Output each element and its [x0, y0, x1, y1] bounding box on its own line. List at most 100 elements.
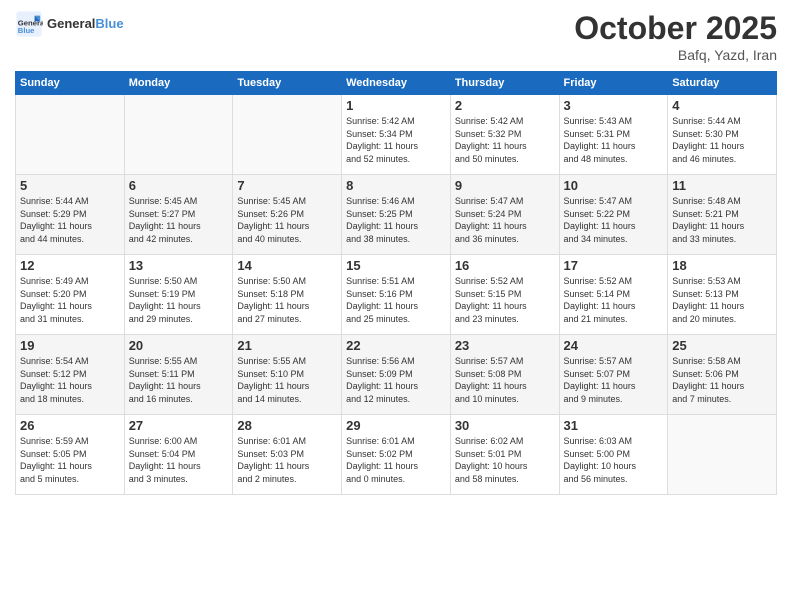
day-number: 24: [564, 338, 664, 353]
day-info: Sunrise: 5:44 AMSunset: 5:30 PMDaylight:…: [672, 115, 772, 165]
calendar-cell: 6 Sunrise: 5:45 AMSunset: 5:27 PMDaylight…: [124, 175, 233, 255]
calendar-cell: 30 Sunrise: 6:02 AMSunset: 5:01 PMDayligh…: [450, 415, 559, 495]
day-info: Sunrise: 5:45 AMSunset: 5:26 PMDaylight:…: [237, 195, 337, 245]
calendar-cell: 2 Sunrise: 5:42 AMSunset: 5:32 PMDaylight…: [450, 95, 559, 175]
logo-blue: Blue: [95, 16, 123, 31]
day-number: 19: [20, 338, 120, 353]
day-number: 3: [564, 98, 664, 113]
day-number: 2: [455, 98, 555, 113]
calendar-cell: 9 Sunrise: 5:47 AMSunset: 5:24 PMDaylight…: [450, 175, 559, 255]
day-info: Sunrise: 5:58 AMSunset: 5:06 PMDaylight:…: [672, 355, 772, 405]
day-number: 9: [455, 178, 555, 193]
day-info: Sunrise: 6:00 AMSunset: 5:04 PMDaylight:…: [129, 435, 229, 485]
day-number: 13: [129, 258, 229, 273]
calendar-cell: 31Sunrise: 6:03 AMSunset: 5:00 PMDayligh…: [559, 415, 668, 495]
day-number: 22: [346, 338, 446, 353]
calendar-cell: 29 Sunrise: 6:01 AMSunset: 5:02 PMDayligh…: [342, 415, 451, 495]
day-info: Sunrise: 6:02 AMSunset: 5:01 PMDaylight:…: [455, 435, 555, 485]
calendar-cell: 24Sunrise: 5:57 AMSunset: 5:07 PMDayligh…: [559, 335, 668, 415]
day-info: Sunrise: 5:50 AMSunset: 5:19 PMDaylight:…: [129, 275, 229, 325]
day-info: Sunrise: 5:52 AMSunset: 5:14 PMDaylight:…: [564, 275, 664, 325]
header-friday: Friday: [559, 72, 668, 95]
calendar-cell: 22 Sunrise: 5:56 AMSunset: 5:09 PMDayligh…: [342, 335, 451, 415]
day-number: 5: [20, 178, 120, 193]
calendar-cell: 23 Sunrise: 5:57 AMSunset: 5:08 PMDayligh…: [450, 335, 559, 415]
calendar-cell: 10Sunrise: 5:47 AMSunset: 5:22 PMDayligh…: [559, 175, 668, 255]
day-number: 30: [455, 418, 555, 433]
header-saturday: Saturday: [668, 72, 777, 95]
calendar-cell: 20 Sunrise: 5:55 AMSunset: 5:11 PMDayligh…: [124, 335, 233, 415]
week-row-0: 1 Sunrise: 5:42 AMSunset: 5:34 PMDaylight…: [16, 95, 777, 175]
day-info: Sunrise: 5:57 AMSunset: 5:08 PMDaylight:…: [455, 355, 555, 405]
page: General Blue GeneralBlue October 2025 Ba…: [0, 0, 792, 612]
day-info: Sunrise: 5:45 AMSunset: 5:27 PMDaylight:…: [129, 195, 229, 245]
logo-general: GeneralBlue: [47, 17, 124, 31]
day-info: Sunrise: 5:47 AMSunset: 5:22 PMDaylight:…: [564, 195, 664, 245]
day-info: Sunrise: 5:49 AMSunset: 5:20 PMDaylight:…: [20, 275, 120, 325]
calendar-cell: 21 Sunrise: 5:55 AMSunset: 5:10 PMDayligh…: [233, 335, 342, 415]
calendar-cell: 25 Sunrise: 5:58 AMSunset: 5:06 PMDayligh…: [668, 335, 777, 415]
day-number: 7: [237, 178, 337, 193]
day-number: 8: [346, 178, 446, 193]
title-section: October 2025 Bafq, Yazd, Iran: [574, 10, 777, 63]
calendar-cell: 8 Sunrise: 5:46 AMSunset: 5:25 PMDaylight…: [342, 175, 451, 255]
day-number: 6: [129, 178, 229, 193]
calendar-cell: 16Sunrise: 5:52 AMSunset: 5:15 PMDayligh…: [450, 255, 559, 335]
day-number: 29: [346, 418, 446, 433]
day-number: 21: [237, 338, 337, 353]
day-info: Sunrise: 5:52 AMSunset: 5:15 PMDaylight:…: [455, 275, 555, 325]
day-info: Sunrise: 5:46 AMSunset: 5:25 PMDaylight:…: [346, 195, 446, 245]
calendar-cell: 13 Sunrise: 5:50 AMSunset: 5:19 PMDayligh…: [124, 255, 233, 335]
logo-text: GeneralBlue: [47, 17, 124, 31]
day-info: Sunrise: 5:54 AMSunset: 5:12 PMDaylight:…: [20, 355, 120, 405]
calendar-cell: [16, 95, 125, 175]
week-row-1: 5 Sunrise: 5:44 AMSunset: 5:29 PMDaylight…: [16, 175, 777, 255]
week-row-3: 19 Sunrise: 5:54 AMSunset: 5:12 PMDayligh…: [16, 335, 777, 415]
calendar-cell: 11 Sunrise: 5:48 AMSunset: 5:21 PMDayligh…: [668, 175, 777, 255]
header-thursday: Thursday: [450, 72, 559, 95]
calendar-cell: [124, 95, 233, 175]
day-number: 20: [129, 338, 229, 353]
calendar-cell: 27 Sunrise: 6:00 AMSunset: 5:04 PMDayligh…: [124, 415, 233, 495]
header: General Blue GeneralBlue October 2025 Ba…: [15, 10, 777, 63]
day-number: 14: [237, 258, 337, 273]
day-info: Sunrise: 6:01 AMSunset: 5:02 PMDaylight:…: [346, 435, 446, 485]
day-info: Sunrise: 5:42 AMSunset: 5:34 PMDaylight:…: [346, 115, 446, 165]
day-number: 25: [672, 338, 772, 353]
calendar-cell: 28Sunrise: 6:01 AMSunset: 5:03 PMDayligh…: [233, 415, 342, 495]
day-number: 4: [672, 98, 772, 113]
day-number: 26: [20, 418, 120, 433]
calendar-cell: 26 Sunrise: 5:59 AMSunset: 5:05 PMDayligh…: [16, 415, 125, 495]
day-number: 31: [564, 418, 664, 433]
day-number: 1: [346, 98, 446, 113]
calendar-cell: 1 Sunrise: 5:42 AMSunset: 5:34 PMDaylight…: [342, 95, 451, 175]
calendar-cell: 15Sunrise: 5:51 AMSunset: 5:16 PMDayligh…: [342, 255, 451, 335]
week-row-4: 26 Sunrise: 5:59 AMSunset: 5:05 PMDayligh…: [16, 415, 777, 495]
calendar-cell: 19 Sunrise: 5:54 AMSunset: 5:12 PMDayligh…: [16, 335, 125, 415]
calendar-cell: 17 Sunrise: 5:52 AMSunset: 5:14 PMDayligh…: [559, 255, 668, 335]
header-wednesday: Wednesday: [342, 72, 451, 95]
day-number: 18: [672, 258, 772, 273]
day-number: 23: [455, 338, 555, 353]
day-number: 17: [564, 258, 664, 273]
day-info: Sunrise: 5:56 AMSunset: 5:09 PMDaylight:…: [346, 355, 446, 405]
header-monday: Monday: [124, 72, 233, 95]
calendar-cell: 3 Sunrise: 5:43 AMSunset: 5:31 PMDaylight…: [559, 95, 668, 175]
calendar-cell: 14Sunrise: 5:50 AMSunset: 5:18 PMDayligh…: [233, 255, 342, 335]
day-info: Sunrise: 5:48 AMSunset: 5:21 PMDaylight:…: [672, 195, 772, 245]
day-info: Sunrise: 5:43 AMSunset: 5:31 PMDaylight:…: [564, 115, 664, 165]
day-info: Sunrise: 5:47 AMSunset: 5:24 PMDaylight:…: [455, 195, 555, 245]
day-info: Sunrise: 5:59 AMSunset: 5:05 PMDaylight:…: [20, 435, 120, 485]
header-tuesday: Tuesday: [233, 72, 342, 95]
day-info: Sunrise: 5:44 AMSunset: 5:29 PMDaylight:…: [20, 195, 120, 245]
day-number: 11: [672, 178, 772, 193]
day-info: Sunrise: 5:55 AMSunset: 5:10 PMDaylight:…: [237, 355, 337, 405]
day-info: Sunrise: 5:55 AMSunset: 5:11 PMDaylight:…: [129, 355, 229, 405]
day-info: Sunrise: 5:42 AMSunset: 5:32 PMDaylight:…: [455, 115, 555, 165]
header-sunday: Sunday: [16, 72, 125, 95]
day-number: 15: [346, 258, 446, 273]
svg-text:Blue: Blue: [18, 26, 35, 35]
day-number: 27: [129, 418, 229, 433]
weekday-header-row: Sunday Monday Tuesday Wednesday Thursday…: [16, 72, 777, 95]
day-info: Sunrise: 5:53 AMSunset: 5:13 PMDaylight:…: [672, 275, 772, 325]
